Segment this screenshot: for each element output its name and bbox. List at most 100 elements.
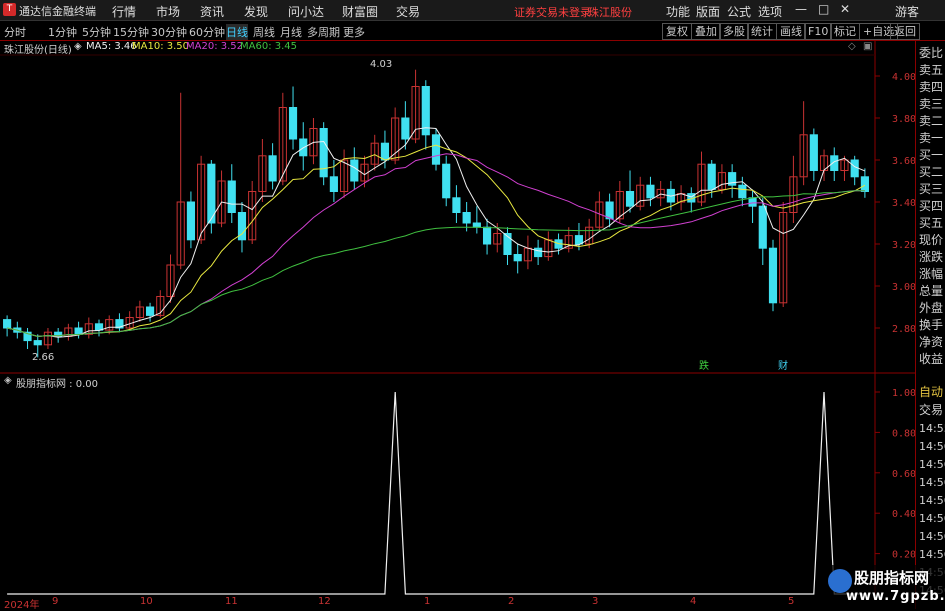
quote-field-label: 卖五 — [919, 63, 944, 77]
ma60-value: MA60: 3.45 — [240, 41, 298, 52]
candle-body[interactable] — [860, 176, 869, 193]
indicator-gear-icon[interactable]: ◈ — [4, 375, 12, 386]
period-60min[interactable]: 60分钟 — [189, 24, 225, 40]
period-more[interactable]: 更多 — [343, 24, 365, 40]
candle-body[interactable] — [350, 159, 359, 182]
maximize-icon[interactable]: □ — [818, 2, 829, 16]
kline-chart[interactable]: 4.00 3.80 3.60 3.40 3.20 3.00 2.80 1.00 0.80 0.6… — [0, 40, 915, 596]
price-axis-label: 3.80 — [892, 114, 915, 125]
guest-label[interactable]: 游客 — [895, 3, 919, 20]
candle-body[interactable] — [768, 247, 778, 304]
candle-body[interactable] — [748, 197, 757, 207]
date-label: 2 — [508, 596, 515, 607]
login-notice[interactable]: 证券交易未登录 — [514, 4, 591, 20]
auto-trade-toggle[interactable]: 自动 — [919, 384, 945, 401]
candle-body[interactable] — [33, 340, 42, 346]
candle-body[interactable] — [850, 159, 859, 178]
ma20-line — [6, 153, 865, 337]
period-5min[interactable]: 5分钟 — [82, 24, 111, 40]
candle-body[interactable] — [605, 201, 614, 220]
f10-button[interactable]: F10 — [804, 23, 833, 40]
candle-body[interactable] — [431, 134, 441, 165]
menu-discover[interactable]: 发现 — [244, 3, 268, 20]
price-axis-label: 2.80 — [892, 324, 915, 335]
menu-ask[interactable]: 问小达 — [288, 3, 324, 20]
candle-body[interactable] — [186, 201, 195, 241]
app-logo-icon: T — [3, 3, 16, 16]
back-button[interactable]: 返回 — [890, 23, 920, 40]
candle-body[interactable] — [145, 306, 155, 316]
menu-layout[interactable]: 版面 — [696, 3, 720, 20]
watermark: 股朋指标网 www.7gpzb.com — [826, 565, 945, 609]
period-1min[interactable]: 1分钟 — [48, 24, 77, 40]
indicator-axis-label: 0.20 — [892, 550, 915, 561]
minimize-icon[interactable]: — — [795, 2, 807, 16]
menu-market[interactable]: 市场 — [156, 3, 180, 20]
period-weekly[interactable]: 周线 — [253, 24, 275, 40]
candle-body[interactable] — [94, 323, 104, 331]
candle-body[interactable] — [74, 327, 83, 335]
candle-body[interactable] — [401, 117, 410, 140]
menu-options[interactable]: 选项 — [758, 3, 782, 20]
candle-body[interactable] — [227, 180, 236, 213]
date-label: 5 — [788, 596, 795, 607]
candle-body[interactable] — [452, 197, 461, 214]
period-multi[interactable]: 多周期 — [307, 24, 340, 40]
mark-button[interactable]: 标记 — [830, 23, 860, 40]
price-axis-label: 3.60 — [892, 156, 915, 167]
event-marker-finance[interactable]: 财 — [778, 359, 788, 372]
candle-body[interactable] — [513, 254, 522, 262]
candle-body[interactable] — [646, 184, 655, 199]
candle-body[interactable] — [625, 191, 635, 207]
stats-button[interactable]: 统计 — [747, 23, 777, 40]
indicator-signal-line — [7, 391, 865, 595]
candle-body[interactable] — [574, 235, 584, 245]
candle-body[interactable] — [482, 226, 492, 245]
multi-stock-button[interactable]: 多股 — [719, 23, 749, 40]
tick-time: 14:56 — [919, 512, 945, 525]
adjust-button[interactable]: 复权 — [662, 23, 692, 40]
tick-time: 14:56 — [919, 458, 945, 471]
candle-body[interactable] — [809, 134, 818, 172]
window-icon[interactable]: ▣ — [863, 41, 872, 52]
indicator-axis-label: 1.00 — [892, 388, 915, 399]
menu-function[interactable]: 功能 — [666, 3, 690, 20]
candle-body[interactable] — [380, 142, 390, 161]
diamond-icon[interactable]: ◇ — [848, 41, 856, 52]
trade-label[interactable]: 交易 — [919, 402, 945, 419]
menu-formula[interactable]: 公式 — [727, 3, 751, 20]
candle-body[interactable] — [288, 107, 298, 140]
period-15min[interactable]: 15分钟 — [113, 24, 149, 40]
close-icon[interactable]: ✕ — [840, 2, 850, 16]
candle-body[interactable] — [329, 176, 338, 193]
quote-field-label: 买一 — [919, 148, 944, 162]
price-axis-label: 3.20 — [892, 240, 915, 251]
event-marker-fall[interactable]: 跌 — [699, 359, 709, 372]
period-daily[interactable]: 日线 — [226, 24, 248, 40]
candle-body[interactable] — [758, 205, 767, 249]
candle-body[interactable] — [472, 222, 481, 228]
candle-body[interactable] — [462, 212, 471, 224]
candle-body[interactable] — [738, 184, 747, 199]
date-label: 3 — [592, 596, 599, 607]
overlay-button[interactable]: 叠加 — [691, 23, 721, 40]
quote-field-label: 现价 — [919, 233, 944, 247]
candle-body[interactable] — [442, 163, 451, 199]
draw-button[interactable]: 画线 — [776, 23, 806, 40]
main-chart-header: 珠江股份(日线) ◈ MA5: 3.46 MA10: 3.50 MA20: 3.… — [0, 41, 875, 56]
gear-icon[interactable]: ◈ — [74, 41, 82, 52]
candle-body[interactable] — [319, 128, 328, 178]
candle-body[interactable] — [3, 319, 12, 329]
menu-quotes[interactable]: 行情 — [112, 3, 136, 20]
menu-news[interactable]: 资讯 — [200, 3, 224, 20]
tick-time: 14:56 — [919, 548, 945, 561]
candle-body[interactable] — [268, 155, 277, 182]
period-monthly[interactable]: 月线 — [280, 24, 302, 40]
candle-body[interactable] — [707, 163, 716, 190]
menu-trade[interactable]: 交易 — [396, 3, 420, 20]
period-30min[interactable]: 30分钟 — [151, 24, 187, 40]
menu-wealth[interactable]: 财富圈 — [342, 3, 378, 20]
tick-time: 14:56 — [919, 476, 945, 489]
candle-body[interactable] — [534, 247, 543, 258]
period-tick[interactable]: 分时 — [4, 24, 26, 40]
